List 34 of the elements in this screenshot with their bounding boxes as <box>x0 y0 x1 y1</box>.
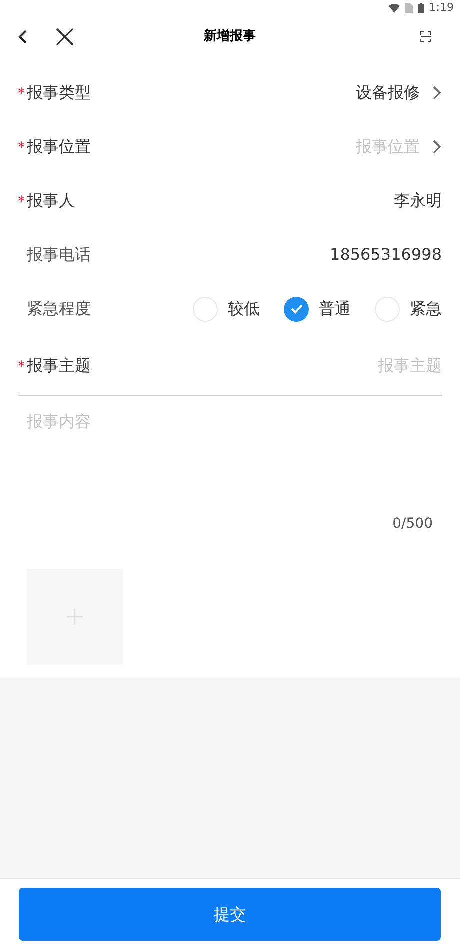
field-label: 紧急程度 <box>27 298 91 320</box>
scan-button[interactable] <box>420 30 434 44</box>
close-button[interactable] <box>56 27 76 47</box>
required-mark: * <box>18 140 25 156</box>
battery-icon <box>418 3 424 13</box>
content-textarea[interactable]: 报事内容 <box>27 410 433 510</box>
radio-button[interactable] <box>375 296 400 322</box>
field-value: 李永明 <box>394 190 442 212</box>
chevron-right-icon <box>432 139 442 155</box>
subject-input[interactable]: 报事主题 <box>242 354 442 378</box>
field-label: 报事电话 <box>27 244 91 266</box>
field-label: 报事主题 <box>27 354 91 376</box>
submit-button[interactable]: 提交 <box>19 888 441 941</box>
field-value: 18565316998 <box>330 244 442 266</box>
field-label: 报事类型 <box>27 82 91 104</box>
page-title: 新增报事 <box>204 28 256 46</box>
plus-icon <box>67 609 83 625</box>
character-counter: 0/500 <box>392 515 433 534</box>
radio-button[interactable] <box>193 296 218 322</box>
check-icon <box>290 302 304 316</box>
no-sim-icon <box>405 3 414 13</box>
radio-label: 较低 <box>228 298 260 320</box>
required-mark: * <box>18 86 25 102</box>
radio-label: 普通 <box>319 298 351 320</box>
field-label: 报事人 <box>27 190 75 212</box>
required-mark: * <box>18 358 25 374</box>
radio-button[interactable] <box>284 296 309 322</box>
required-mark: * <box>18 194 25 210</box>
select-field[interactable]: 设备报修 <box>356 81 442 105</box>
wifi-icon <box>389 4 400 12</box>
radio-label: 紧急 <box>410 298 442 320</box>
status-time: 1:19 <box>429 0 454 16</box>
field-label: 报事位置 <box>27 136 91 158</box>
chevron-right-icon <box>432 85 442 101</box>
